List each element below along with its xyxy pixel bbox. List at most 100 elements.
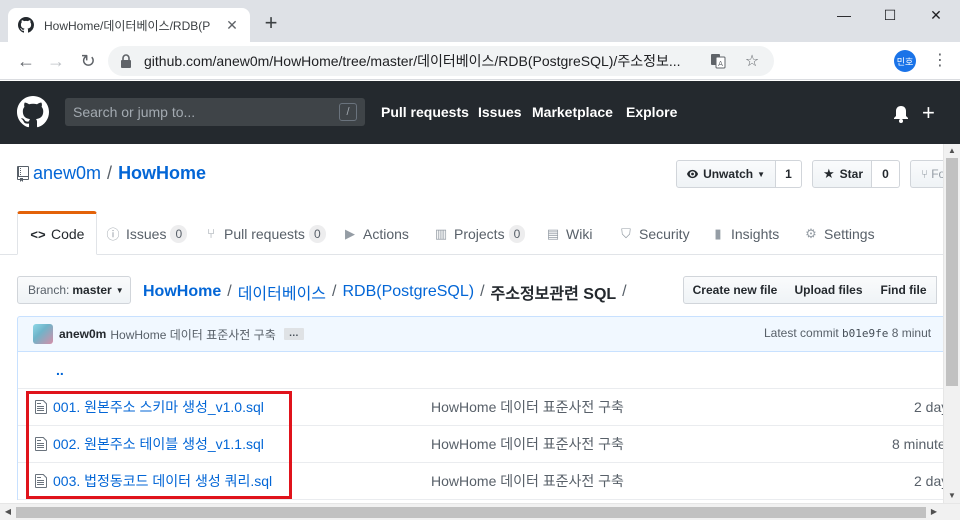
browser-toolbar: ← → ↻ github.com/anew0m/HowHome/tree/mas… — [0, 42, 960, 114]
nav-issues[interactable]: Issues — [478, 104, 522, 120]
tab-insights-label: Insights — [731, 225, 780, 242]
star-button[interactable]: ★ Star — [812, 160, 872, 188]
nav-explore[interactable]: Explore — [626, 104, 677, 120]
book-icon: ▤ — [546, 225, 560, 241]
unwatch-button[interactable]: Unwatch ▼ — [676, 160, 776, 188]
scroll-right-arrow-icon[interactable]: ▶ — [927, 505, 941, 519]
upload-files-button[interactable]: Upload files — [786, 276, 872, 304]
avatar[interactable] — [33, 324, 53, 344]
tab-code[interactable]: <> Code — [17, 211, 98, 255]
repo-nav: <> Code ⓘ Issues 0 ⑂ Pull requests 0 ▶ A… — [0, 211, 960, 255]
github-favicon-icon — [18, 17, 34, 33]
play-icon: ▶ — [345, 225, 355, 241]
pull-requests-counter: 0 — [308, 224, 326, 243]
caret-down-icon: ▼ — [757, 169, 765, 179]
code-icon: <> — [30, 226, 46, 242]
nav-marketplace[interactable]: Marketplace — [532, 104, 613, 120]
tab-wiki[interactable]: ▤ Wiki — [545, 212, 593, 255]
tab-security-label: Security — [639, 225, 690, 242]
issues-counter: 0 — [170, 224, 188, 243]
tab-wiki-label: Wiki — [566, 225, 593, 242]
fork-icon: ⑂ — [921, 167, 929, 181]
parent-directory-link[interactable]: .. — [56, 362, 64, 378]
minimize-icon[interactable]: — — [821, 0, 867, 30]
breadcrumb-rdb-link[interactable]: RDB(PostgreSQL) — [342, 283, 474, 301]
svg-text:A: A — [718, 60, 723, 68]
scroll-down-arrow-icon[interactable]: ▼ — [945, 489, 959, 503]
breadcrumb: HowHome / 데이터베이스 / RDB(PostgreSQL) / 주소정… — [143, 280, 633, 304]
bookmark-star-icon[interactable]: ☆ — [742, 51, 762, 71]
breadcrumb-database-link[interactable]: 데이터베이스 — [238, 280, 326, 304]
profile-avatar[interactable]: 민호 — [894, 50, 916, 72]
file-commit-message[interactable]: HowHome 데이터 표준사전 구축 — [431, 471, 624, 491]
repo-name-link[interactable]: HowHome — [118, 163, 206, 184]
vertical-scroll-thumb[interactable] — [946, 158, 958, 386]
tab-title: HowHome/데이터베이스/RDB(P — [44, 18, 211, 33]
breadcrumb-separator: / — [332, 283, 337, 300]
browser-tabstrip: HowHome/데이터베이스/RDB(P ✕ + — ☐ ✕ — [0, 0, 960, 42]
repo-icon — [17, 165, 29, 182]
window-close-icon[interactable]: ✕ — [913, 0, 959, 30]
breadcrumb-current-dir: 주소정보관련 SQL — [490, 286, 617, 303]
breadcrumb-separator: / — [227, 283, 232, 300]
github-logo-icon[interactable] — [17, 96, 49, 128]
branch-select-button[interactable]: Branch: master ▼ — [17, 276, 131, 304]
url-text[interactable]: github.com/anew0m/HowHome/tree/master/데이… — [144, 51, 694, 71]
watch-count[interactable]: 1 — [776, 160, 802, 188]
create-new-plus-icon[interactable]: + — [922, 100, 935, 126]
github-header: Search or jump to... / Pull requests Iss… — [0, 81, 960, 144]
tab-settings[interactable]: ⚙ Settings — [803, 212, 875, 255]
new-tab-button[interactable]: + — [262, 12, 280, 34]
scroll-left-arrow-icon[interactable]: ◀ — [1, 505, 15, 519]
vertical-scrollbar[interactable]: ▲ ▼ — [943, 144, 960, 503]
pull-request-icon: ⑂ — [207, 226, 215, 241]
latest-commit: Latest commit b01e9fe 8 minut — [764, 326, 931, 340]
commit-author-link[interactable]: anew0m — [59, 327, 106, 341]
file-commit-message[interactable]: HowHome 데이터 표준사전 구축 — [431, 434, 624, 454]
tab-code-label: Code — [51, 226, 85, 242]
star-label: Star — [839, 167, 863, 181]
search-placeholder: Search or jump to... — [73, 104, 196, 120]
breadcrumb-separator: / — [622, 283, 627, 300]
branch-prefix: Branch: — [28, 283, 70, 297]
latest-commit-label: Latest commit — [764, 326, 839, 340]
star-count[interactable]: 0 — [872, 160, 900, 188]
address-bar[interactable]: github.com/anew0m/HowHome/tree/master/데이… — [108, 46, 774, 76]
maximize-icon[interactable]: ☐ — [867, 0, 913, 30]
commit-expand-button[interactable]: … — [283, 328, 304, 340]
horizontal-scroll-thumb[interactable] — [16, 507, 926, 518]
file-commit-message[interactable]: HowHome 데이터 표준사전 구축 — [431, 397, 624, 417]
reload-icon[interactable]: ↻ — [76, 49, 100, 73]
repo-owner-link[interactable]: anew0m — [33, 163, 101, 184]
tab-close-icon[interactable]: ✕ — [224, 17, 240, 33]
latest-commit-age: 8 minut — [891, 326, 932, 340]
tab-insights[interactable]: ▮ Insights — [710, 212, 779, 255]
horizontal-scrollbar[interactable]: ◀ ▶ — [0, 503, 960, 520]
nav-pull-requests[interactable]: Pull requests — [381, 104, 469, 120]
browser-tab[interactable]: HowHome/데이터베이스/RDB(P ✕ — [8, 8, 250, 42]
projects-counter: 0 — [508, 224, 526, 243]
tab-security[interactable]: ⛉ Security — [618, 212, 690, 255]
translate-icon[interactable]: A — [708, 51, 728, 71]
create-new-file-button[interactable]: Create new file — [683, 276, 787, 304]
github-search-input[interactable]: Search or jump to... / — [65, 98, 365, 126]
commit-message[interactable]: HowHome 데이터 표준사전 구축 — [110, 326, 275, 343]
back-icon[interactable]: ← — [14, 49, 38, 73]
find-file-button[interactable]: Find file — [871, 276, 937, 304]
tab-settings-label: Settings — [824, 225, 875, 242]
tab-pull-requests[interactable]: ⑂ Pull requests 0 — [203, 212, 326, 255]
repo-title: anew0m / HowHome — [17, 163, 206, 184]
commit-sha-link[interactable]: b01e9fe — [842, 327, 888, 340]
graph-icon: ▮ — [714, 225, 722, 241]
tab-actions-label: Actions — [363, 225, 409, 242]
tab-projects[interactable]: ▥ Projects 0 — [433, 212, 526, 255]
breadcrumb-separator: / — [480, 283, 485, 300]
tab-issues[interactable]: ⓘ Issues 0 — [105, 212, 188, 255]
unwatch-label: Unwatch — [703, 167, 754, 181]
browser-menu-icon[interactable]: ⋮ — [930, 50, 950, 72]
tab-actions[interactable]: ▶ Actions — [342, 212, 409, 255]
breadcrumb-repo-link[interactable]: HowHome — [143, 283, 221, 301]
notification-bell-icon[interactable] — [893, 105, 909, 123]
forward-icon[interactable]: → — [44, 49, 68, 73]
scroll-up-arrow-icon[interactable]: ▲ — [945, 144, 959, 158]
